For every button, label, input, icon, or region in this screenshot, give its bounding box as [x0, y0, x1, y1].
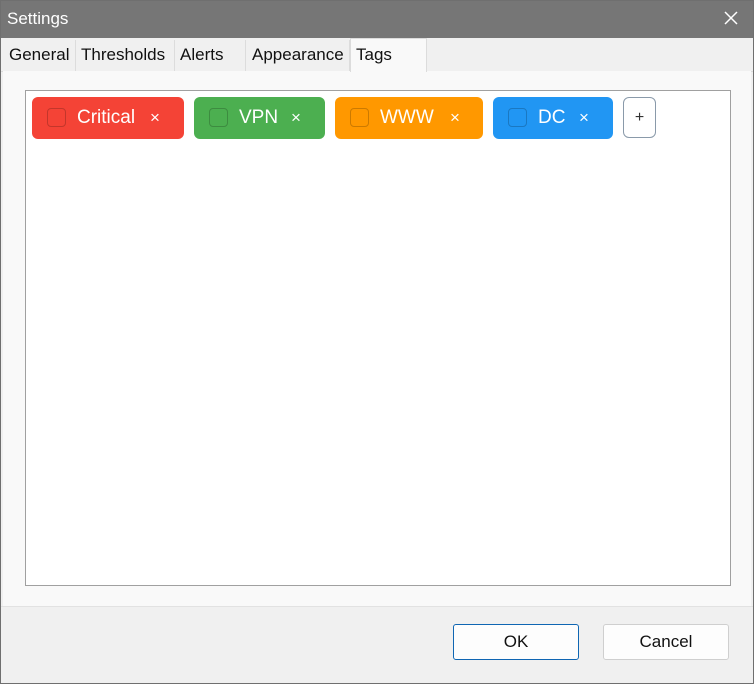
- tag-label: DC: [538, 107, 566, 128]
- tab-appearance[interactable]: Appearance: [246, 40, 350, 71]
- tab-general[interactable]: General: [4, 40, 76, 71]
- cancel-button[interactable]: Cancel: [603, 624, 729, 660]
- tag-color-swatch-icon[interactable]: [508, 108, 527, 127]
- remove-tag-icon[interactable]: ×: [579, 107, 589, 129]
- dialog-footer: OK Cancel: [1, 606, 753, 683]
- tags-panel: Critical × VPN × WWW × DC × +: [3, 71, 751, 606]
- close-button[interactable]: [707, 1, 753, 38]
- title-bar[interactable]: Settings: [1, 1, 753, 38]
- window-title: Settings: [7, 9, 69, 28]
- tag-chip-critical[interactable]: Critical ×: [32, 97, 184, 139]
- tab-general-label: General: [9, 45, 70, 64]
- close-icon: [724, 11, 738, 25]
- tab-tags-label: Tags: [356, 45, 392, 64]
- add-tag-button[interactable]: +: [623, 97, 656, 138]
- tab-alerts-label: Alerts: [180, 45, 224, 64]
- tab-thresholds[interactable]: Thresholds: [76, 40, 175, 71]
- tag-color-swatch-icon[interactable]: [350, 108, 369, 127]
- tag-label: Critical: [77, 107, 136, 128]
- tag-chip-www[interactable]: WWW ×: [335, 97, 483, 139]
- tag-chip-vpn[interactable]: VPN ×: [194, 97, 325, 139]
- tab-alerts[interactable]: Alerts: [175, 40, 246, 71]
- ok-button[interactable]: OK: [453, 624, 579, 660]
- tag-chip-dc[interactable]: DC ×: [493, 97, 613, 139]
- tag-color-swatch-icon[interactable]: [47, 108, 66, 127]
- remove-tag-icon[interactable]: ×: [291, 107, 301, 129]
- remove-tag-icon[interactable]: ×: [150, 107, 160, 129]
- tag-list: Critical × VPN × WWW × DC × +: [25, 90, 731, 586]
- remove-tag-icon[interactable]: ×: [450, 107, 460, 129]
- tab-strip: General Thresholds Alerts Appearance Tag…: [1, 38, 753, 72]
- settings-dialog: Settings General Thresholds Alerts Appea…: [0, 0, 754, 684]
- tab-thresholds-label: Thresholds: [81, 45, 166, 64]
- tag-color-swatch-icon[interactable]: [209, 108, 228, 127]
- tag-label: VPN: [239, 107, 279, 128]
- tag-label: WWW: [380, 107, 434, 128]
- tab-appearance-label: Appearance: [252, 45, 344, 64]
- tab-tags[interactable]: Tags: [350, 38, 427, 72]
